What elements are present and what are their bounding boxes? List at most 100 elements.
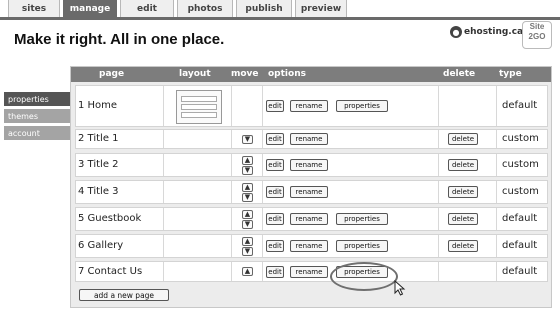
- column-divider: [231, 208, 232, 230]
- sidebar-item-account[interactable]: account: [4, 126, 70, 140]
- table-row: 4 Title 3 ▲ ▼ edit rename delete custom: [75, 180, 548, 204]
- tab-publish[interactable]: publish: [236, 0, 292, 18]
- properties-button[interactable]: properties: [336, 240, 388, 252]
- move-up-arrow-icon[interactable]: ▲: [242, 183, 253, 192]
- table-row: 7 Contact Us ▲ edit rename properties de…: [75, 261, 548, 282]
- site2go-badge: Site 2GO: [522, 21, 552, 49]
- delete-button[interactable]: delete: [448, 213, 478, 225]
- table-row: 5 Guestbook ▲ ▼ edit rename properties d…: [75, 207, 548, 231]
- move-up-arrow-icon[interactable]: ▲: [242, 267, 253, 276]
- page-type: default: [502, 100, 538, 111]
- edit-button[interactable]: edit: [266, 100, 284, 112]
- table-row: 3 Title 2 ▲ ▼ edit rename delete custom: [75, 153, 548, 177]
- column-divider: [496, 86, 497, 126]
- column-divider: [231, 235, 232, 257]
- column-divider: [262, 235, 263, 257]
- move-down-arrow-icon[interactable]: ▼: [242, 247, 253, 256]
- delete-button[interactable]: delete: [448, 133, 478, 145]
- column-divider: [163, 154, 164, 176]
- column-divider: [163, 130, 164, 148]
- add-page-button[interactable]: add a new page: [79, 289, 169, 301]
- edit-button[interactable]: edit: [266, 133, 284, 145]
- tab-preview[interactable]: preview: [295, 0, 347, 18]
- edit-button[interactable]: edit: [266, 186, 284, 198]
- rename-button[interactable]: rename: [290, 213, 328, 225]
- column-divider: [438, 130, 439, 148]
- tab-manage[interactable]: manage: [63, 0, 117, 18]
- rename-button[interactable]: rename: [290, 100, 328, 112]
- rename-button[interactable]: rename: [290, 186, 328, 198]
- column-divider: [262, 208, 263, 230]
- ehosting-logo-icon: ●: [450, 26, 462, 38]
- column-divider: [231, 262, 232, 281]
- tab-sites[interactable]: sites: [8, 0, 60, 18]
- page-type: custom: [502, 186, 539, 197]
- column-divider: [163, 86, 164, 126]
- column-divider: [163, 262, 164, 281]
- layout-thumbnail[interactable]: [176, 90, 222, 124]
- edit-button[interactable]: edit: [266, 240, 284, 252]
- sidebar-item-properties[interactable]: properties: [4, 92, 70, 106]
- column-divider: [262, 262, 263, 281]
- delete-button[interactable]: delete: [448, 186, 478, 198]
- delete-button[interactable]: delete: [448, 240, 478, 252]
- properties-button[interactable]: properties: [336, 213, 388, 225]
- properties-button[interactable]: properties: [336, 100, 388, 112]
- page-type: custom: [502, 133, 539, 144]
- header-move: move: [231, 69, 259, 79]
- tab-bar-underline: [0, 17, 560, 20]
- page-name: 2 Title 1: [78, 133, 119, 144]
- rename-button[interactable]: rename: [290, 133, 328, 145]
- header-layout: layout: [179, 69, 211, 79]
- move-up-arrow-icon[interactable]: ▲: [242, 156, 253, 165]
- table-header: page layout move options delete type: [71, 67, 551, 82]
- column-divider: [262, 86, 263, 126]
- page-name: 1 Home: [78, 100, 118, 111]
- column-divider: [496, 181, 497, 203]
- page-name: 4 Title 3: [78, 186, 119, 197]
- highlight-ellipse: [330, 262, 398, 291]
- page-name: 5 Guestbook: [78, 213, 142, 224]
- column-divider: [496, 208, 497, 230]
- page-type: default: [502, 213, 538, 224]
- table-row: 1 Home edit rename properties default: [75, 85, 548, 127]
- rename-button[interactable]: rename: [290, 159, 328, 171]
- sidebar-item-themes[interactable]: themes: [4, 109, 70, 123]
- page-headline: Make it right. All in one place.: [14, 31, 225, 48]
- tab-edit[interactable]: edit: [120, 0, 174, 18]
- edit-button[interactable]: edit: [266, 159, 284, 171]
- layout-block: [181, 104, 217, 110]
- column-divider: [231, 130, 232, 148]
- badge-bottom: 2GO: [528, 32, 546, 41]
- page-type: custom: [502, 159, 539, 170]
- column-divider: [496, 262, 497, 281]
- column-divider: [163, 208, 164, 230]
- page-type: default: [502, 266, 538, 277]
- move-down-arrow-icon[interactable]: ▼: [242, 220, 253, 229]
- brand-logo: ● ehosting.ca: [450, 26, 523, 38]
- edit-button[interactable]: edit: [266, 266, 284, 278]
- table-row: 2 Title 1 ▼ edit rename delete custom: [75, 129, 548, 149]
- column-divider: [262, 130, 263, 148]
- rename-button[interactable]: rename: [290, 266, 328, 278]
- mouse-cursor-icon: [394, 280, 406, 296]
- pages-panel: page layout move options delete type 1 H…: [70, 66, 552, 308]
- column-divider: [438, 262, 439, 281]
- column-divider: [438, 154, 439, 176]
- column-divider: [438, 235, 439, 257]
- edit-button[interactable]: edit: [266, 213, 284, 225]
- column-divider: [496, 154, 497, 176]
- delete-button[interactable]: delete: [448, 159, 478, 171]
- move-up-arrow-icon[interactable]: ▲: [242, 237, 253, 246]
- tab-photos[interactable]: photos: [177, 0, 233, 18]
- move-down-arrow-icon[interactable]: ▼: [242, 166, 253, 175]
- header-options: options: [268, 69, 306, 79]
- move-up-arrow-icon[interactable]: ▲: [242, 210, 253, 219]
- rename-button[interactable]: rename: [290, 240, 328, 252]
- page-name: 7 Contact Us: [78, 266, 143, 277]
- column-divider: [262, 181, 263, 203]
- move-down-arrow-icon[interactable]: ▼: [242, 135, 253, 144]
- top-tab-bar: sites manage edit photos publish preview: [8, 0, 350, 18]
- move-down-arrow-icon[interactable]: ▼: [242, 193, 253, 202]
- column-divider: [163, 181, 164, 203]
